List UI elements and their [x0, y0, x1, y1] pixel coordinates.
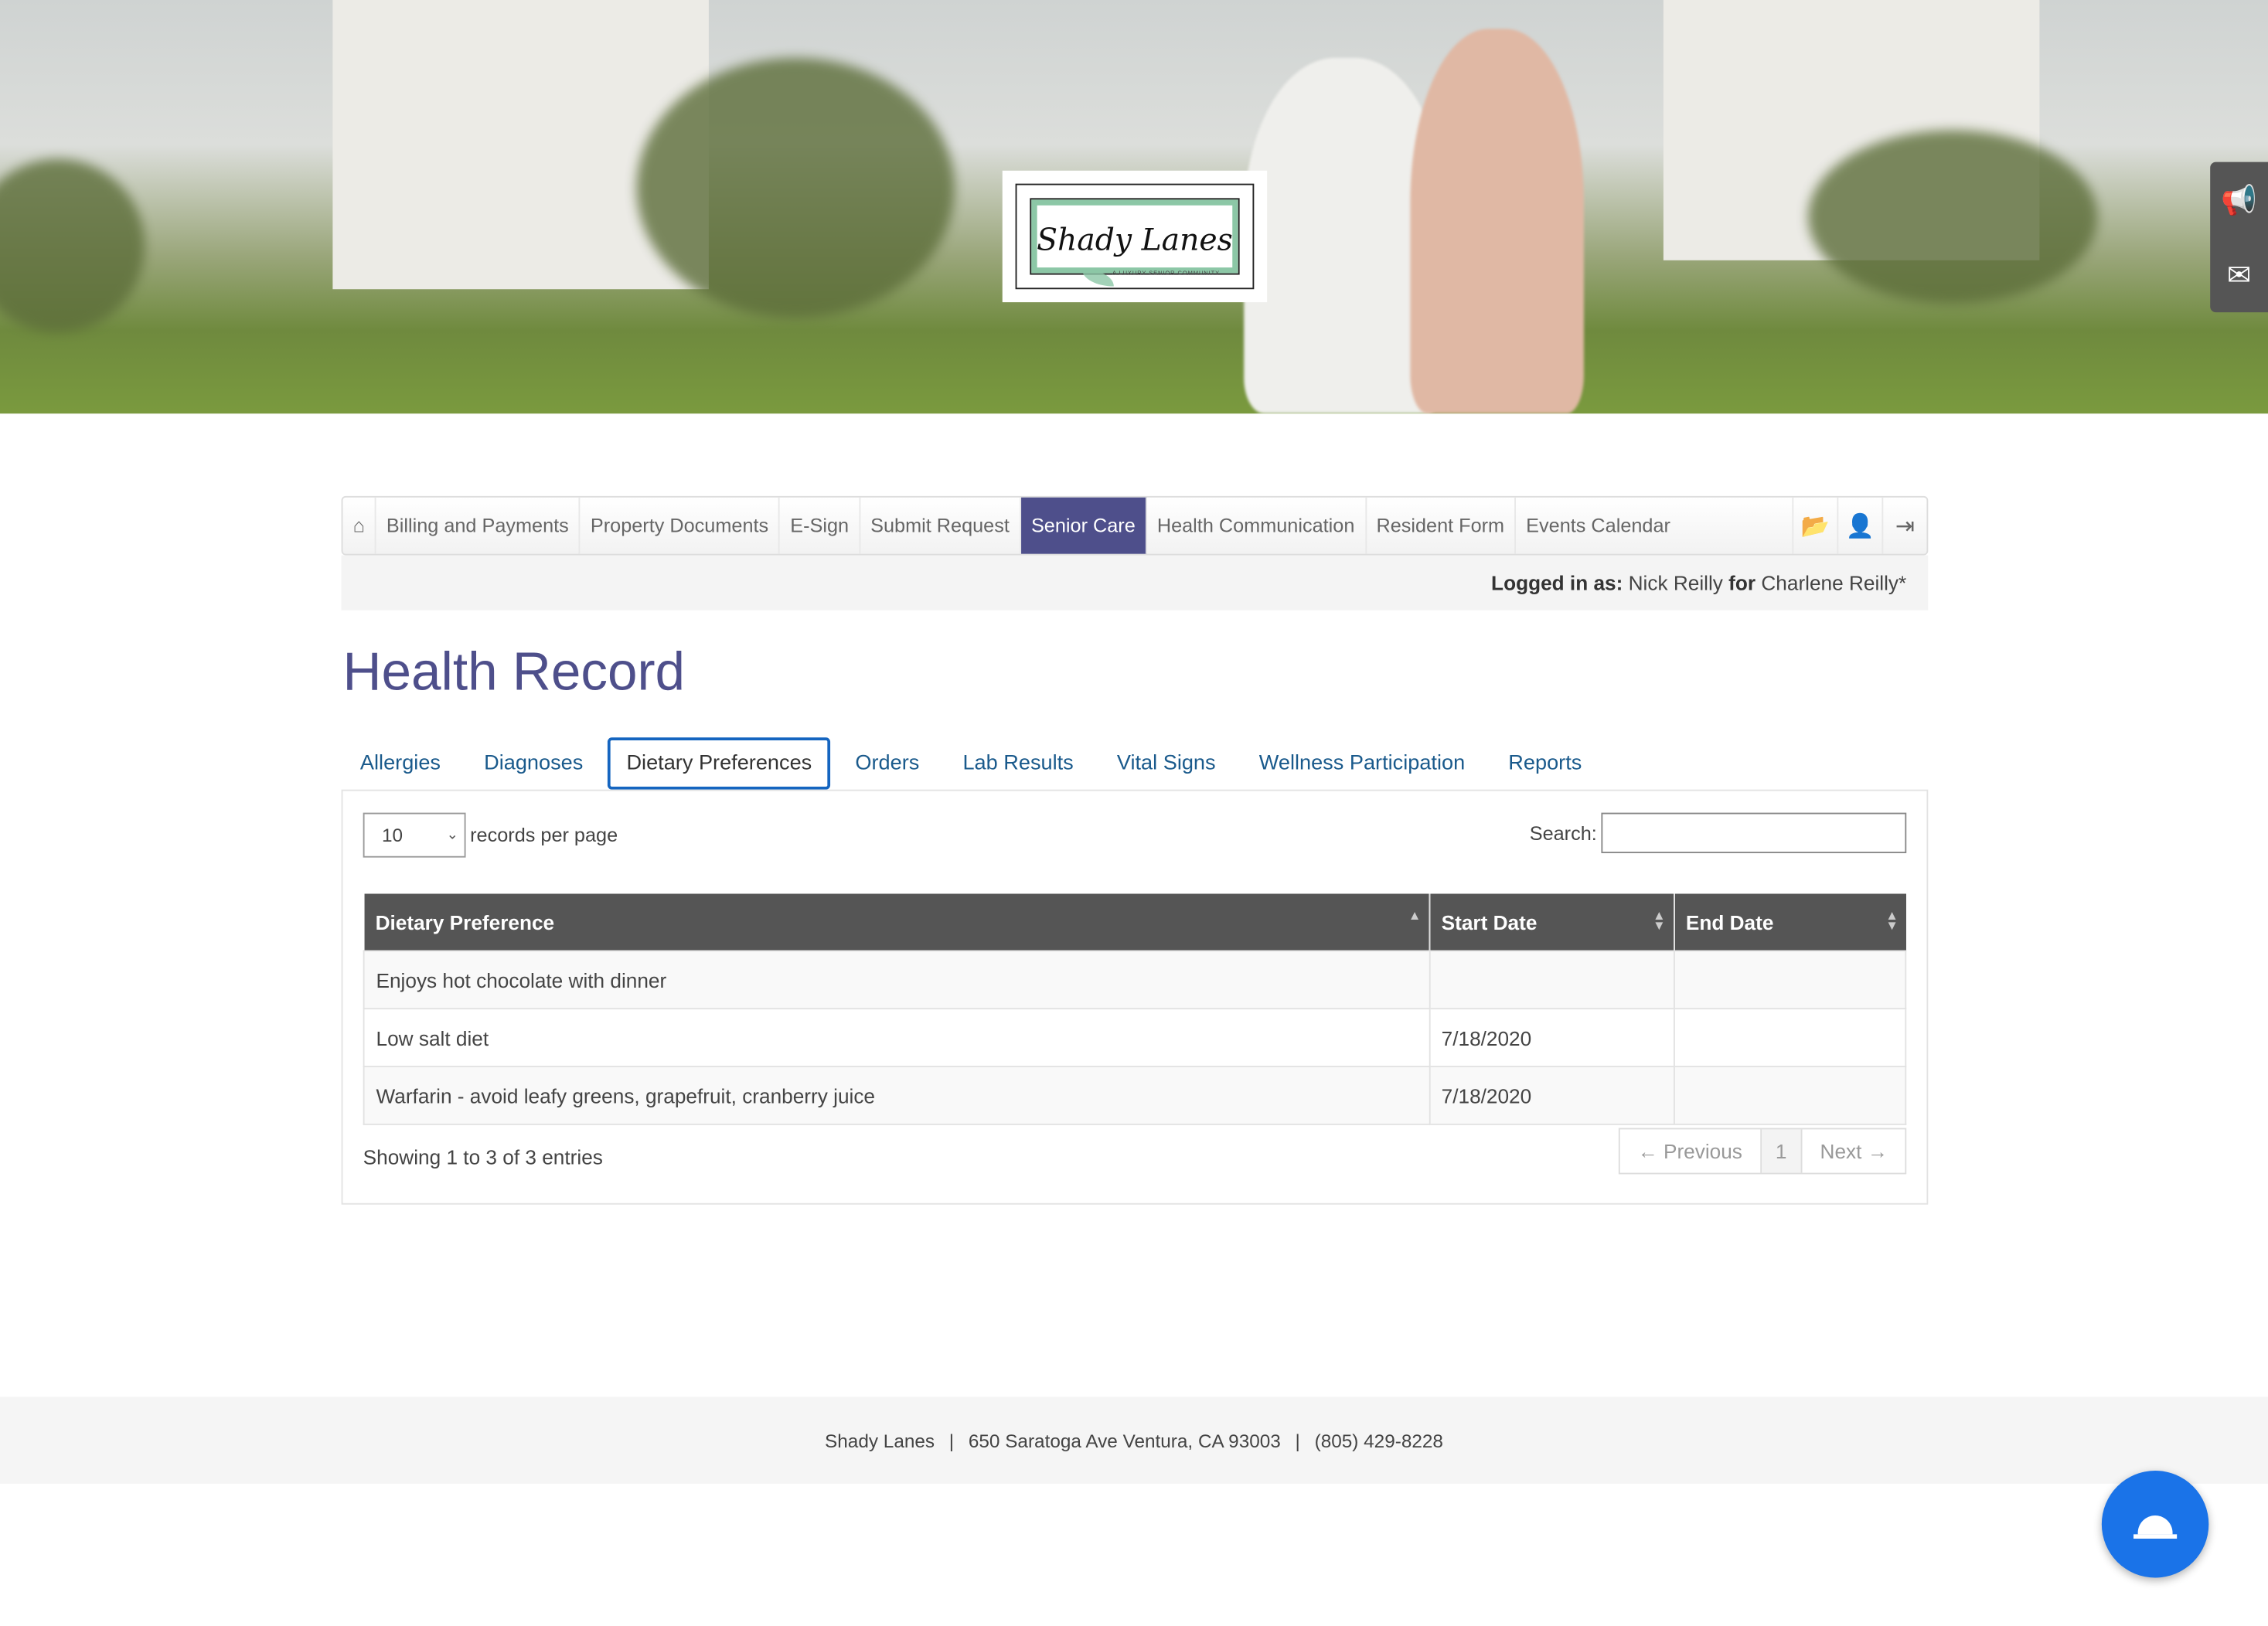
- column-label: Start Date: [1441, 910, 1538, 934]
- user-icon[interactable]: 👤: [1837, 497, 1881, 554]
- cell-preference: Low salt diet: [363, 1008, 1430, 1067]
- footer-address: 650 Saratoga Ave Ventura, CA 93003: [968, 1429, 1281, 1451]
- table-info: Showing 1 to 3 of 3 entries: [363, 1145, 603, 1168]
- cell-end-date: [1673, 1008, 1907, 1067]
- nav-senior-care[interactable]: Senior Care: [1020, 497, 1147, 554]
- cell-start-date: [1428, 950, 1674, 1010]
- tab-reports[interactable]: Reports: [1490, 737, 1601, 789]
- nav-property-documents[interactable]: Property Documents: [581, 497, 781, 554]
- column-header-dietary-preference[interactable]: Dietary Preference ▲: [363, 893, 1430, 951]
- next-button[interactable]: Next →: [1803, 1129, 1905, 1172]
- records-per-page-value: 10: [381, 824, 404, 846]
- nav-billing-and-payments[interactable]: Billing and Payments: [376, 497, 581, 554]
- megaphone-icon[interactable]: 📢: [2210, 162, 2268, 237]
- tab-allergies[interactable]: Allergies: [342, 737, 460, 789]
- envelope-icon[interactable]: ✉: [2210, 237, 2268, 312]
- footer-name: Shady Lanes: [825, 1429, 935, 1451]
- records-per-page-select[interactable]: 10 ⌄: [363, 812, 466, 858]
- search-label: Search:: [1529, 822, 1597, 844]
- concierge-chat-button[interactable]: [2101, 1471, 2209, 1578]
- previous-button[interactable]: ← Previous: [1620, 1129, 1762, 1173]
- tab-orders[interactable]: Orders: [836, 737, 938, 789]
- cell-end-date: [1673, 950, 1907, 1010]
- sort-icon: ▲ ▼: [1885, 908, 1899, 933]
- pagination: ← Previous 1 Next →: [1619, 1128, 1907, 1175]
- sort-asc-icon: ▲: [1408, 908, 1422, 923]
- nav-resident-form[interactable]: Resident Form: [1366, 497, 1517, 554]
- nav-submit-request[interactable]: Submit Request: [860, 497, 1021, 554]
- nav-events-calendar[interactable]: Events Calendar: [1516, 498, 1681, 554]
- sign-out-icon[interactable]: ⇥: [1881, 497, 1926, 554]
- cell-preference: Enjoys hot chocolate with dinner: [363, 950, 1430, 1010]
- footer-separator: |: [948, 1429, 955, 1451]
- login-status: Logged in as: Nick Reilly for Charlene R…: [341, 555, 1929, 611]
- footer-phone: (805) 429-8228: [1314, 1429, 1443, 1451]
- column-header-start-date[interactable]: Start Date ▲ ▼: [1429, 893, 1674, 951]
- column-label: Dietary Preference: [375, 910, 555, 934]
- page-1-button[interactable]: 1: [1761, 1129, 1803, 1173]
- login-user: Nick Reilly: [1628, 571, 1723, 595]
- chevron-down-icon: ⌄: [446, 827, 459, 843]
- logo-text: Shady Lanes: [1037, 223, 1233, 258]
- cell-start-date: 7/18/2020: [1428, 1066, 1674, 1125]
- table-row: Warfarin - avoid leafy greens, grapefrui…: [363, 1066, 1907, 1125]
- login-prefix: Logged in as:: [1491, 571, 1623, 595]
- search-input[interactable]: [1601, 812, 1907, 854]
- home-icon[interactable]: ⌂: [342, 497, 376, 554]
- nav-health-communication[interactable]: Health Communication: [1147, 497, 1367, 554]
- side-toolbar: 📢 ✉: [2210, 162, 2268, 313]
- tab-wellness-participation[interactable]: Wellness Participation: [1240, 737, 1483, 789]
- page-title: Health Record: [342, 641, 686, 702]
- records-per-page-label: records per page: [470, 824, 618, 846]
- footer: Shady Lanes | 650 Saratoga Ave Ventura, …: [0, 1396, 2268, 1484]
- footer-separator: |: [1295, 1429, 1300, 1451]
- column-header-end-date[interactable]: End Date ▲ ▼: [1673, 893, 1906, 951]
- sort-icon: ▲ ▼: [1652, 908, 1666, 933]
- login-for: for: [1728, 571, 1756, 595]
- cell-end-date: [1673, 1066, 1907, 1125]
- table-row: Enjoys hot chocolate with dinner: [363, 950, 1907, 1010]
- concierge-bell-icon: [2133, 1515, 2178, 1539]
- logo[interactable]: Shady Lanes A LUXURY SENIOR COMMUNITY: [1002, 170, 1268, 303]
- tab-diagnoses[interactable]: Diagnoses: [465, 737, 602, 789]
- tab-vital-signs[interactable]: Vital Signs: [1098, 737, 1234, 789]
- table-row: Low salt diet 7/18/2020: [363, 1008, 1907, 1067]
- health-record-tabs: Allergies Diagnoses Dietary Preferences …: [342, 737, 1929, 790]
- logo-tagline: A LUXURY SENIOR COMMUNITY: [1112, 269, 1221, 277]
- folder-open-icon[interactable]: 📂: [1792, 497, 1837, 554]
- tab-dietary-preferences[interactable]: Dietary Preferences: [608, 737, 831, 790]
- main-nav: ⌂ Billing and Payments Property Document…: [341, 495, 1929, 556]
- tab-panel: 10 ⌄ records per page Search: Dietary Pre…: [341, 789, 1929, 1205]
- nav-e-sign[interactable]: E-Sign: [780, 497, 861, 554]
- dietary-preferences-table: Dietary Preference ▲ Start Date ▲ ▼ End Dat…: [363, 893, 1907, 1125]
- cell-start-date: 7/18/2020: [1428, 1008, 1674, 1067]
- column-label: End Date: [1685, 910, 1774, 934]
- tab-lab-results[interactable]: Lab Results: [944, 737, 1092, 789]
- hero-banner: Shady Lanes A LUXURY SENIOR COMMUNITY: [0, 0, 2268, 414]
- cell-preference: Warfarin - avoid leafy greens, grapefrui…: [363, 1066, 1430, 1125]
- login-resident: Charlene Reilly*: [1761, 571, 1907, 595]
